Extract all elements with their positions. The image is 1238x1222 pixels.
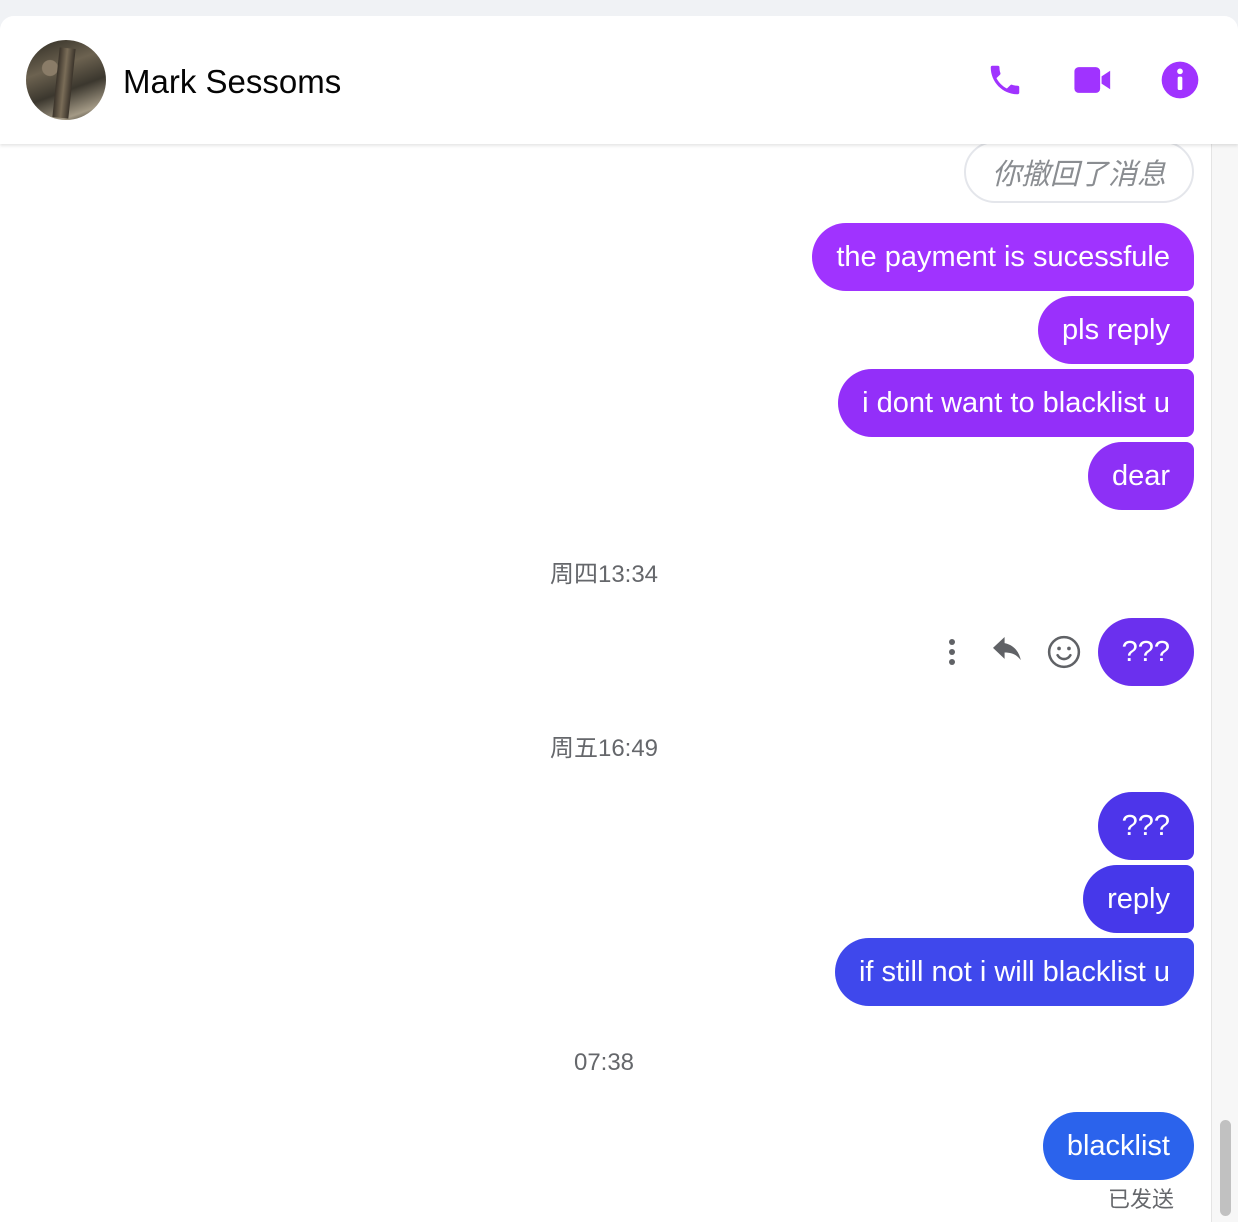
more-options-icon[interactable] (932, 632, 972, 672)
message-bubble[interactable]: i dont want to blacklist u (838, 369, 1194, 437)
chat-window: Mark Sessoms 你撤回了消息 the payment is suces… (0, 16, 1238, 1222)
chat-header: Mark Sessoms (0, 16, 1238, 144)
phone-icon[interactable] (985, 60, 1025, 100)
message-bubble[interactable]: ??? (1097, 618, 1194, 686)
scrollbar-thumb[interactable] (1220, 1120, 1231, 1216)
message-bubble[interactable]: if still not i will blacklist u (834, 938, 1194, 1006)
message-bubble[interactable]: blacklist (1042, 1112, 1194, 1180)
message-bubble[interactable]: reply (1083, 865, 1194, 933)
unsent-message-notice: 你撤回了消息 (964, 141, 1194, 203)
timestamp: 周四13:34 (549, 561, 659, 588)
message-bubble[interactable]: the payment is sucessfule (812, 223, 1194, 291)
info-icon[interactable] (1160, 60, 1200, 100)
scrollbar-track[interactable] (1211, 144, 1238, 1222)
video-icon[interactable] (1073, 60, 1113, 100)
avatar[interactable] (26, 40, 106, 120)
contact-name[interactable]: Mark Sessoms (123, 62, 341, 102)
message-bubble[interactable]: dear (1087, 442, 1194, 510)
message-bubble[interactable]: ??? (1097, 792, 1194, 860)
react-emoji-icon[interactable] (1044, 632, 1084, 672)
timestamp: 周五16:49 (549, 735, 659, 762)
message-status: 已发送 (1107, 1188, 1174, 1213)
timestamp: 07:38 (573, 1049, 635, 1076)
reply-icon[interactable] (988, 632, 1028, 672)
message-bubble[interactable]: pls reply (1038, 296, 1194, 364)
